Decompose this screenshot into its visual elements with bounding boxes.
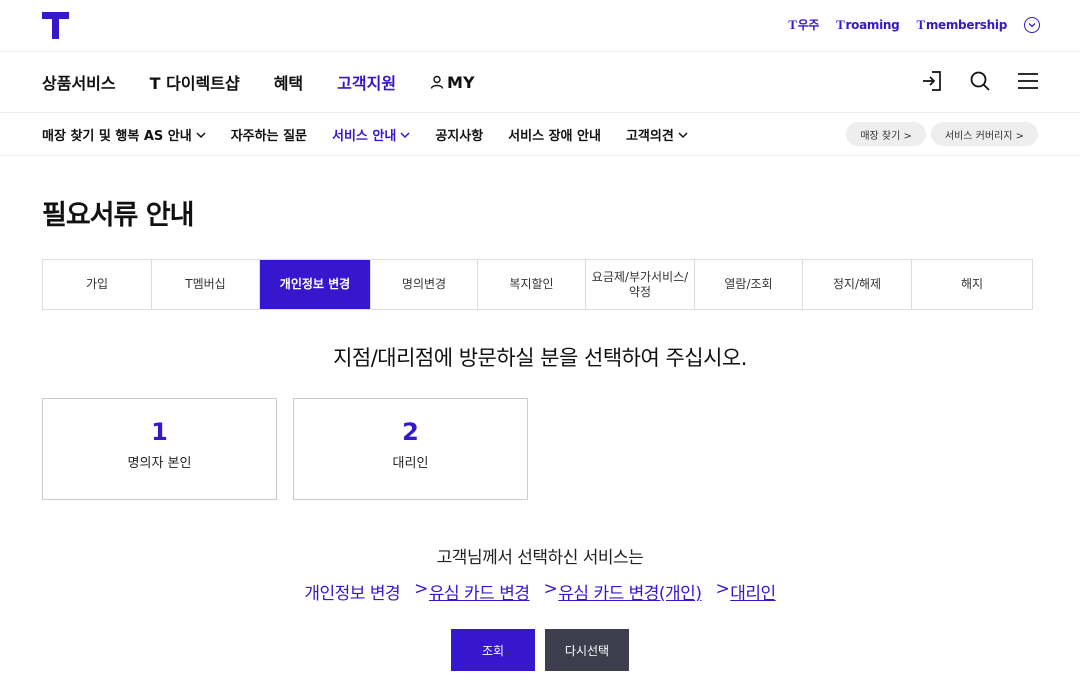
selection-separator: > <box>715 579 730 599</box>
category-tabs: 가입 T멤버십 개인정보 변경 명의변경 복지할인 요금제/부가서비스/약정 열… <box>42 259 1033 310</box>
visitor-question: 지점/대리점에 방문하실 분을 선택하여 주십시오. <box>333 346 747 370</box>
selection-separator: > <box>414 579 428 599</box>
selection-link-proxy[interactable]: 대리인 <box>730 579 776 604</box>
main-navigation: 상품서비스 T 다이렉트샵 혜택 고객지원 MY <box>0 52 1080 113</box>
selection-link-usim-change[interactable]: 유심 카드 변경 <box>429 579 530 604</box>
tab-cancel[interactable]: 해지 <box>912 260 1032 309</box>
tab-view-inquiry[interactable]: 열람/조회 <box>695 260 803 309</box>
option-label: 대리인 <box>392 456 429 471</box>
gnb-item-customer-support[interactable]: 고객지원 <box>337 70 396 94</box>
reselect-button[interactable]: 다시선택 <box>545 629 629 671</box>
subnav-item-outage[interactable]: 서비스 장애 안내 <box>508 125 601 144</box>
store-finder-button[interactable]: 매장 찾기 > <box>846 122 926 146</box>
tab-plan-line2: 약정 <box>628 284 652 299</box>
chevron-down-circle-icon[interactable] <box>1024 16 1040 33</box>
subnav-item-notice[interactable]: 공지사항 <box>435 125 483 144</box>
gnb-item-benefits[interactable]: 혜택 <box>274 70 303 94</box>
service-coverage-button[interactable]: 서비스 커버리지 > <box>930 122 1038 146</box>
gnb-item-my[interactable]: MY <box>430 70 475 94</box>
option-account-holder[interactable]: 1 명의자 본인 <box>42 398 277 500</box>
page-title: 필요서류 안내 <box>42 200 194 231</box>
search-icon[interactable] <box>968 69 992 93</box>
sub-navigation: 매장 찾기 및 행복 AS 안내 자주하는 질문 서비스 안내 공지사항 서비스… <box>0 113 1080 156</box>
tab-personal-info-change[interactable]: 개인정보 변경 <box>260 260 371 309</box>
selection-category: 개인정보 변경 <box>304 584 401 604</box>
option-proxy[interactable]: 2 대리인 <box>293 398 528 500</box>
option-label: 명의자 본인 <box>127 456 192 471</box>
tab-name-change[interactable]: 명의변경 <box>371 260 478 309</box>
tab-plan-line1: 요금제/부가서비스/ <box>591 269 689 284</box>
util-link-membership[interactable]: Tmembership <box>916 17 1007 33</box>
util-link-woozoo[interactable]: T우주 <box>788 16 819 33</box>
tab-join[interactable]: 가입 <box>43 260 152 309</box>
chevron-down-icon <box>196 131 206 138</box>
user-icon <box>430 75 444 89</box>
login-icon[interactable] <box>920 69 944 93</box>
t-logo[interactable] <box>42 12 69 39</box>
chevron-down-icon <box>678 131 688 138</box>
chevron-down-icon <box>400 131 410 138</box>
option-number: 1 <box>151 418 168 446</box>
gnb-item-products[interactable]: 상품서비스 <box>42 70 116 94</box>
tab-tmembership[interactable]: T멤버십 <box>152 260 260 309</box>
gnb-item-direct-shop[interactable]: T 다이렉트샵 <box>150 70 240 94</box>
utility-links: T우주 Troaming Tmembership <box>788 16 1040 33</box>
selection-summary-heading: 고객님께서 선택하신 서비스는 <box>436 548 644 568</box>
util-link-roaming[interactable]: Troaming <box>836 17 900 33</box>
selection-separator: > <box>543 579 558 599</box>
selection-link-usim-change-personal[interactable]: 유심 카드 변경(개인) <box>558 579 702 604</box>
search-button[interactable]: 조회 <box>451 629 535 671</box>
subnav-item-feedback[interactable]: 고객의견 <box>626 125 688 144</box>
subnav-item-service-guide[interactable]: 서비스 안내 <box>332 125 410 144</box>
selection-breadcrumb: 개인정보 변경 > 유심 카드 변경 > 유심 카드 변경(개인) > 대리인 <box>0 579 1080 604</box>
subnav-item-store-as[interactable]: 매장 찾기 및 행복 AS 안내 <box>42 125 206 144</box>
option-number: 2 <box>402 418 419 446</box>
tab-suspend-resume[interactable]: 정지/해제 <box>803 260 912 309</box>
tab-welfare-discount[interactable]: 복지할인 <box>478 260 586 309</box>
top-utility-bar: T우주 Troaming Tmembership <box>0 0 1080 52</box>
hamburger-menu-icon[interactable] <box>1016 69 1040 93</box>
subnav-item-faq[interactable]: 자주하는 질문 <box>231 125 307 144</box>
tab-plan-addon-contract[interactable]: 요금제/부가서비스/약정 <box>586 260 695 309</box>
gnb-item-my-label: MY <box>447 72 475 92</box>
